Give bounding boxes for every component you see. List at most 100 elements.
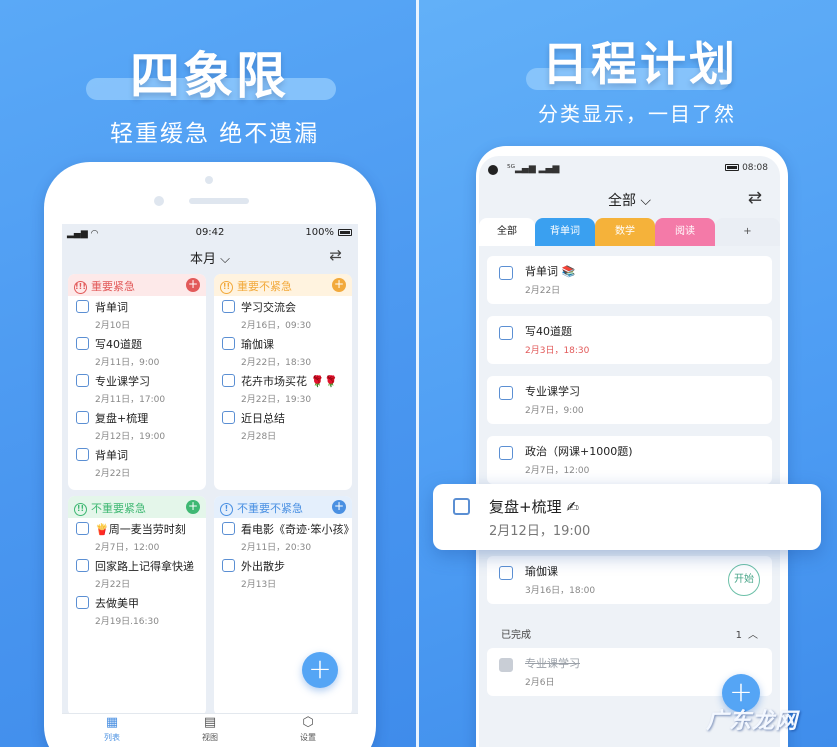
task-item[interactable]: 🍟周一麦当劳时刻 2月7日，12:00: [68, 518, 206, 555]
task-date: 2月7日，12:00: [95, 543, 160, 553]
task-card[interactable]: 背单词 📚 2月22日: [487, 256, 772, 304]
nav-settings[interactable]: ⬡ 设置: [283, 716, 333, 743]
quadrant-header: !! 重要不紧急 +: [214, 274, 352, 296]
switch-view-icon[interactable]: ⇄: [329, 246, 342, 264]
task-title: 学习交流会: [241, 301, 296, 314]
speaker: [189, 198, 249, 204]
task-title: 花卉市场买花 🌹🌹: [241, 375, 338, 388]
task-checkbox[interactable]: [499, 446, 513, 460]
quadrant-title: 不重要紧急: [91, 502, 146, 515]
task-checkbox[interactable]: [76, 411, 89, 424]
task-item[interactable]: 去做美甲 2月19日.16:30: [68, 592, 206, 629]
signal-icon: ⁵ᴳ▂▄▆ ▂▄▆: [507, 164, 560, 174]
task-item[interactable]: 专业课学习 2月11日，17:00: [68, 370, 206, 407]
task-item[interactable]: 背单词 2月10日: [68, 296, 206, 333]
panel-divider: [416, 0, 419, 747]
camera-icon: [488, 165, 498, 175]
task-item[interactable]: 学习交流会 2月16日，09:30: [214, 296, 352, 333]
chevron-down-icon: ⌵: [640, 193, 652, 209]
start-button[interactable]: 开始: [728, 564, 760, 596]
category-tab[interactable]: 背单词: [535, 218, 595, 246]
quadrant-not-important-urgent: !! 不重要紧急 + 🍟周一麦当劳时刻 2月7日，12:00 回家路上记得拿快递 2月22日…: [68, 496, 206, 716]
category-selector[interactable]: 全部 ⌵: [479, 190, 780, 210]
chevron-up-icon: ︿: [748, 630, 758, 641]
quadrant-title: 重要紧急: [91, 280, 135, 293]
task-checkbox[interactable]: [222, 522, 235, 535]
completed-label: 已完成: [501, 630, 531, 641]
task-checkbox[interactable]: [222, 374, 235, 387]
category-tab[interactable]: 数学: [595, 218, 655, 246]
battery-icon: [338, 228, 352, 236]
task-checkbox[interactable]: [76, 448, 89, 461]
task-checkbox[interactable]: [499, 566, 513, 580]
task-item[interactable]: 外出散步 2月13日: [214, 555, 352, 592]
task-checkbox[interactable]: [222, 300, 235, 313]
task-date: 2月11日，20:30: [241, 543, 312, 553]
task-checkbox[interactable]: [76, 559, 89, 572]
completed-toggle[interactable]: 1 ︿: [736, 626, 758, 641]
alert-icon: !!: [220, 280, 233, 294]
quadrant-add-icon[interactable]: +: [186, 500, 200, 514]
task-item[interactable]: 瑜伽课 2月22日，18:30: [214, 333, 352, 370]
task-date: 2月6日: [525, 678, 555, 688]
calendar-icon: ▤: [203, 715, 217, 730]
sensor-icon: [154, 196, 164, 206]
task-date: 2月22日: [95, 469, 131, 479]
task-checkbox[interactable]: [76, 374, 89, 387]
task-date: 2月19日.16:30: [95, 617, 159, 627]
task-item[interactable]: 回家路上记得拿快递 2月22日: [68, 555, 206, 592]
task-item[interactable]: 花卉市场买花 🌹🌹 2月22日，19:30: [214, 370, 352, 407]
quadrant-add-icon[interactable]: +: [332, 500, 346, 514]
task-item[interactable]: 写40道题 2月11日，9:00: [68, 333, 206, 370]
quadrant-add-icon[interactable]: +: [186, 278, 200, 292]
quadrant-title: 重要不紧急: [237, 280, 292, 293]
task-date: 2月22日: [95, 580, 131, 590]
nav-list[interactable]: ▦ 列表: [87, 716, 137, 743]
right-title: 日程计划: [542, 37, 738, 91]
task-checkbox[interactable]: [499, 266, 513, 280]
task-title: 近日总结: [241, 412, 285, 425]
alert-icon: !!: [74, 502, 87, 516]
left-subtitle: 轻重缓急 绝不遗漏: [110, 121, 320, 147]
nav-view[interactable]: ▤ 视图: [185, 716, 235, 743]
floating-task-card[interactable]: 复盘+梳理 ✍ 2月12日，19:00: [433, 484, 821, 550]
task-title: 回家路上记得拿快递: [95, 560, 194, 573]
category-tab[interactable]: 全部: [479, 218, 535, 246]
task-date: 2月12日，19:00: [95, 432, 166, 442]
task-card[interactable]: 瑜伽课 3月16日，18:00 开始: [487, 556, 772, 604]
task-checkbox[interactable]: [76, 337, 89, 350]
task-checkbox[interactable]: [499, 386, 513, 400]
battery-indicator: 100%: [305, 227, 352, 238]
task-item[interactable]: 看电影《奇迹·笨小孩》 2月11日，20:30: [214, 518, 352, 555]
quadrant-add-icon[interactable]: +: [332, 278, 346, 292]
category-tab[interactable]: 阅读: [655, 218, 715, 246]
task-checkbox[interactable]: [76, 300, 89, 313]
quadrant-header: !! 不重要紧急 +: [68, 496, 206, 518]
task-card[interactable]: 专业课学习 2月7日，9:00: [487, 376, 772, 424]
task-title: 外出散步: [241, 560, 285, 573]
camera-icon: [205, 176, 213, 184]
task-checkbox[interactable]: [499, 326, 513, 340]
task-date: 2月3日，18:30: [525, 346, 590, 356]
task-checkbox[interactable]: [76, 522, 89, 535]
task-card[interactable]: 政治（网课+1000题) 2月7日，12:00: [487, 436, 772, 484]
month-selector[interactable]: 本月 ⌵: [62, 248, 358, 267]
task-item[interactable]: 复盘+梳理 2月12日，19:00: [68, 407, 206, 444]
task-checkbox[interactable]: [76, 596, 89, 609]
task-title: 去做美甲: [95, 597, 139, 610]
task-checkbox[interactable]: [222, 559, 235, 572]
switch-view-icon[interactable]: ⇄: [748, 188, 762, 208]
add-category-tab[interactable]: +: [715, 218, 780, 246]
checked-checkbox[interactable]: [499, 658, 513, 672]
task-checkbox[interactable]: [453, 498, 470, 515]
schedule-screen: ⁵ᴳ▂▄▆ ▂▄▆ 08:08 全部 ⌵ ⇄ 全部 背单词 数学 阅读 + 背单词 📚 2…: [479, 156, 780, 747]
task-checkbox[interactable]: [222, 411, 235, 424]
task-item[interactable]: 近日总结 2月28日: [214, 407, 352, 444]
add-task-button[interactable]: +: [302, 652, 338, 688]
task-item[interactable]: 背单词 2月22日: [68, 444, 206, 481]
category-tabs: 全部 背单词 数学 阅读 +: [479, 218, 780, 246]
task-date: 2月11日，9:00: [95, 358, 160, 368]
task-card[interactable]: 写40道题 2月3日，18:30: [487, 316, 772, 364]
left-title: 四象限: [130, 47, 289, 105]
task-checkbox[interactable]: [222, 337, 235, 350]
